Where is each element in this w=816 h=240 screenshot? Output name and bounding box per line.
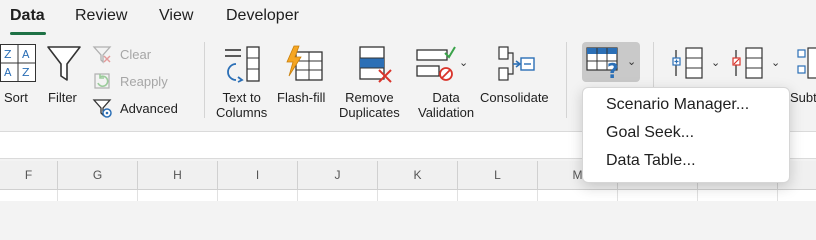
data-validation-button[interactable] xyxy=(415,44,457,84)
text-to-columns-label-line2: Columns xyxy=(216,105,268,120)
data-validation-dropdown[interactable]: ⌄ xyxy=(459,56,468,69)
consolidate-button[interactable] xyxy=(496,44,536,84)
tab-developer[interactable]: Developer xyxy=(226,7,299,25)
ribbon-separator xyxy=(204,42,205,118)
scenario-manager-menu-item[interactable]: Scenario Manager... xyxy=(606,96,749,114)
spreadsheet-grid[interactable] xyxy=(0,190,816,201)
consolidate-label: Consolidate xyxy=(480,90,549,105)
flash-fill-label: Flash-fill xyxy=(277,90,326,105)
ungroup-button[interactable] xyxy=(732,46,766,80)
what-if-analysis-dropdown-icon: ⌄ xyxy=(627,56,637,68)
group-icon xyxy=(672,47,703,79)
what-if-analysis-menu: Scenario Manager... Goal Seek... Data Ta… xyxy=(582,87,790,183)
column-header[interactable]: L xyxy=(458,161,538,189)
subtotal-label: Subt xyxy=(790,90,816,105)
column-header[interactable]: I xyxy=(218,161,298,189)
svg-text:A: A xyxy=(4,66,12,79)
column-header[interactable]: K xyxy=(378,161,458,189)
filter-icon xyxy=(47,46,81,81)
filter-button[interactable] xyxy=(46,44,82,84)
clear-button[interactable]: Clear xyxy=(120,47,151,62)
text-to-columns-button[interactable] xyxy=(222,44,262,84)
column-header[interactable]: H xyxy=(138,161,218,189)
gridline xyxy=(617,190,618,201)
gridline xyxy=(137,190,138,201)
gridline xyxy=(217,190,218,201)
column-header[interactable]: G xyxy=(58,161,138,189)
remove-duplicates-label-line2: Duplicates xyxy=(339,105,400,120)
text-to-columns-label-line1: Text to xyxy=(222,90,261,105)
ribbon-tabs: Data Review View Developer xyxy=(0,0,816,35)
remove-duplicates-label-line1: Remove xyxy=(345,90,394,105)
what-if-analysis-button[interactable]: ? ⌄ xyxy=(582,42,640,82)
goal-seek-menu-item[interactable]: Goal Seek... xyxy=(606,124,694,142)
group-dropdown[interactable]: ⌄ xyxy=(711,56,720,69)
remove-duplicates-icon xyxy=(359,46,392,83)
remove-duplicates-button[interactable] xyxy=(355,44,395,84)
reapply-filter-icon xyxy=(92,71,112,91)
sort-button[interactable]: Z A A Z xyxy=(0,44,36,82)
gridline xyxy=(537,190,538,201)
data-validation-label-line2: Validation xyxy=(418,105,475,120)
svg-text:A: A xyxy=(22,48,30,61)
clear-filter-icon xyxy=(92,44,112,64)
gridline xyxy=(777,190,778,201)
svg-text:Z: Z xyxy=(22,66,30,79)
tab-view[interactable]: View xyxy=(159,7,193,25)
remove-duplicates-label: Remove Duplicates xyxy=(339,90,400,120)
flash-fill-button[interactable] xyxy=(284,44,324,84)
gridline xyxy=(297,190,298,201)
ungroup-dropdown[interactable]: ⌄ xyxy=(771,56,780,69)
data-validation-label-line1: Data xyxy=(432,90,460,105)
column-header[interactable]: J xyxy=(298,161,378,189)
svg-text:Z: Z xyxy=(4,48,12,61)
flash-fill-icon xyxy=(286,45,323,81)
ribbon-separator xyxy=(566,42,567,118)
what-if-analysis-icon: ? xyxy=(586,47,619,79)
ungroup-icon xyxy=(732,47,763,79)
sort-icon: Z A A Z xyxy=(0,44,36,82)
filter-label: Filter xyxy=(48,90,77,105)
svg-text:?: ? xyxy=(607,59,619,79)
gridline xyxy=(697,190,698,201)
column-header[interactable]: F xyxy=(0,161,58,189)
text-to-columns-label: Text to Columns xyxy=(216,90,267,120)
reapply-button[interactable]: Reapply xyxy=(120,74,168,89)
gridline xyxy=(377,190,378,201)
data-validation-label: Data Validation xyxy=(418,90,474,120)
gridline xyxy=(57,190,58,201)
data-table-menu-item[interactable]: Data Table... xyxy=(606,152,696,170)
advanced-filter-icon xyxy=(92,98,114,120)
text-to-columns-icon xyxy=(225,46,260,83)
group-button[interactable] xyxy=(672,46,706,80)
data-validation-icon xyxy=(416,46,456,81)
sort-label: Sort xyxy=(4,90,28,105)
active-tab-indicator xyxy=(10,32,46,35)
advanced-button[interactable]: Advanced xyxy=(120,101,178,116)
consolidate-icon xyxy=(498,46,535,81)
gridline xyxy=(457,190,458,201)
subtotal-button[interactable] xyxy=(796,46,816,80)
tab-data[interactable]: Data xyxy=(10,7,45,25)
subtotal-icon xyxy=(797,47,816,79)
tab-review[interactable]: Review xyxy=(75,7,127,25)
